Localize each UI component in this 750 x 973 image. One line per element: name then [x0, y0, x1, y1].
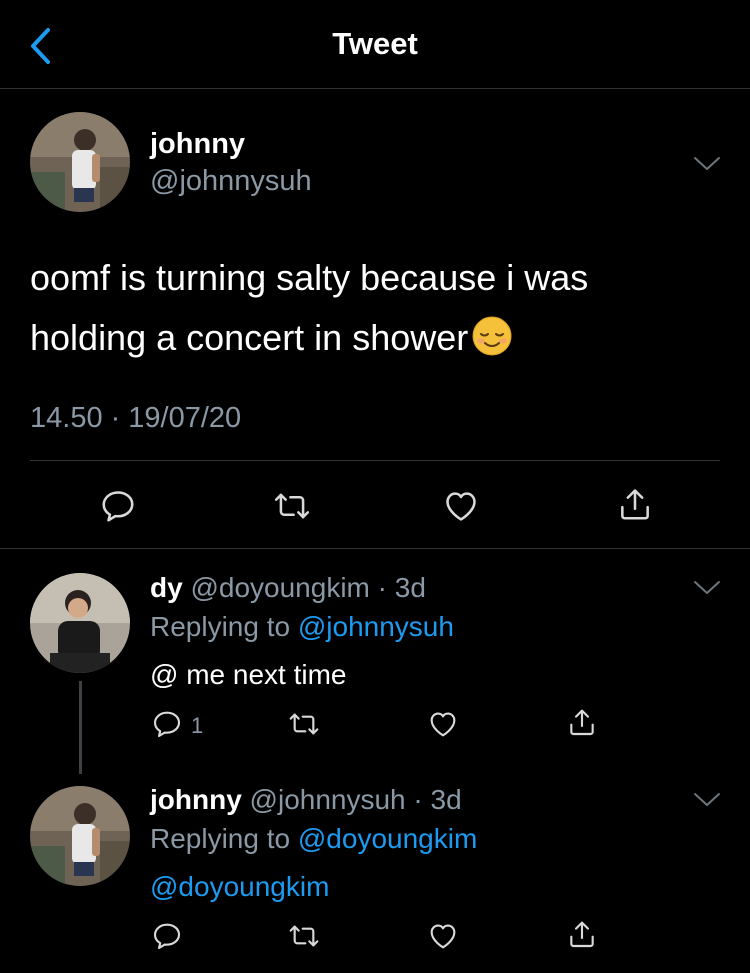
- reply-text-mention[interactable]: @doyoungkim: [150, 871, 329, 903]
- share-icon: [566, 918, 598, 950]
- like-button[interactable]: [427, 708, 459, 740]
- reply-age: 3d: [430, 784, 462, 815]
- reply-icon: [99, 487, 137, 525]
- avatar[interactable]: [30, 786, 130, 886]
- chevron-down-icon[interactable]: [692, 790, 722, 810]
- divider: [30, 460, 720, 461]
- reply-header: dy @doyoungkim · 3d: [150, 572, 426, 604]
- reply-text: @ me next time: [150, 659, 347, 690]
- thread-connector-line: [79, 681, 82, 774]
- replying-to: Replying to @johnnysuh: [150, 611, 454, 643]
- separator-dot: ·: [405, 784, 431, 815]
- reply-button[interactable]: [99, 487, 137, 525]
- replying-to-label: Replying to: [150, 611, 291, 642]
- share-button[interactable]: [566, 918, 598, 950]
- share-icon: [566, 706, 598, 738]
- tweet-text: oomf is turning salty because i was hold…: [30, 248, 720, 368]
- retweet-icon: [288, 708, 320, 740]
- reply-author-name[interactable]: johnny: [150, 784, 242, 815]
- reply-icon: [151, 708, 183, 740]
- separator-dot: ·: [110, 402, 121, 434]
- relieved-face-emoji: [472, 316, 512, 356]
- tweet-text-line: oomf is turning salty because i was: [30, 257, 589, 298]
- share-button[interactable]: [616, 485, 654, 523]
- like-icon: [442, 487, 480, 525]
- tweet-text-line-2-text: holding a concert in shower: [30, 317, 469, 358]
- author-handle[interactable]: @johnnysuh: [150, 165, 312, 198]
- avatar[interactable]: [30, 573, 130, 673]
- reply-count: 1: [191, 713, 204, 738]
- reply-author-handle[interactable]: @johnnysuh: [250, 784, 406, 815]
- tweet-text-line-2: holding a concert in shower: [30, 308, 720, 368]
- retweet-button[interactable]: [288, 708, 320, 740]
- chevron-down-icon[interactable]: [692, 578, 722, 598]
- retweet-button[interactable]: [273, 487, 311, 525]
- replying-to: Replying to @doyoungkim: [150, 823, 477, 855]
- retweet-button[interactable]: [288, 920, 320, 952]
- reply-author-name[interactable]: dy: [150, 572, 183, 603]
- avatar[interactable]: [30, 112, 130, 212]
- share-icon: [616, 485, 654, 523]
- top-nav-bar: Tweet: [0, 0, 750, 89]
- reply-icon: [151, 920, 183, 952]
- share-button[interactable]: [566, 706, 598, 738]
- tweet-date: 19/07/20: [128, 402, 242, 434]
- reply-button[interactable]: [151, 708, 183, 740]
- like-button[interactable]: [442, 487, 480, 525]
- tweet-timestamp: 14.50 · 19/07/20: [30, 402, 241, 435]
- reply-header: johnny @johnnysuh · 3d: [150, 784, 462, 816]
- author-name[interactable]: johnny: [150, 128, 245, 161]
- divider: [0, 548, 750, 549]
- replying-to-link[interactable]: @johnnysuh: [298, 611, 454, 642]
- separator-dot: ·: [369, 572, 395, 603]
- page-title: Tweet: [332, 26, 418, 61]
- retweet-icon: [288, 920, 320, 952]
- like-icon: [427, 920, 459, 952]
- retweet-icon: [273, 487, 311, 525]
- like-icon: [427, 708, 459, 740]
- reply-age: 3d: [394, 572, 426, 603]
- replying-to-link[interactable]: @doyoungkim: [298, 823, 477, 854]
- like-button[interactable]: [427, 920, 459, 952]
- tweet-time: 14.50: [30, 402, 103, 434]
- reply-button[interactable]: [151, 920, 183, 952]
- reply-author-handle[interactable]: @doyoungkim: [190, 572, 369, 603]
- replying-to-label: Replying to: [150, 823, 291, 854]
- chevron-down-icon[interactable]: [692, 154, 722, 174]
